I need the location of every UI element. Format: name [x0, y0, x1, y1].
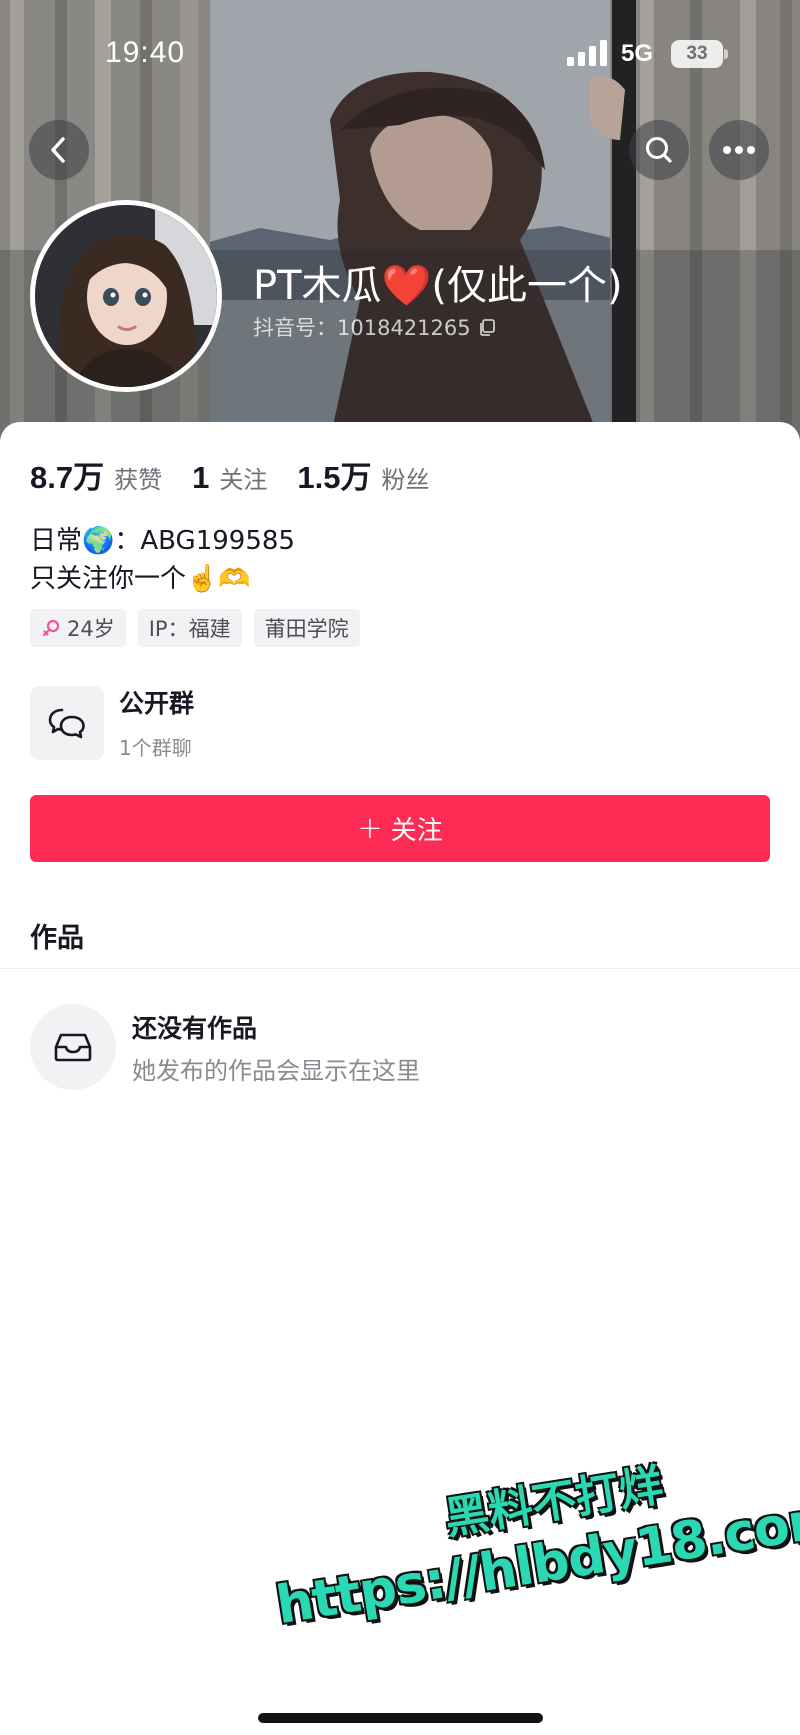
- network-type: 5G: [621, 40, 654, 67]
- plus-icon: +: [357, 811, 383, 846]
- search-icon: [646, 137, 672, 163]
- home-indicator[interactable]: [258, 1713, 543, 1723]
- stat-following-label: 关注: [219, 466, 268, 494]
- follow-button[interactable]: + 关注: [30, 795, 770, 862]
- bio: 日常 🌍 ：ABG199585 只关注你一个 ☝️🫶: [30, 522, 295, 598]
- bio-line-2-text: 只关注你一个: [30, 564, 187, 594]
- tag-ip-label: IP：福建: [148, 617, 231, 641]
- globe-emoji: 🌍: [82, 526, 115, 556]
- tag-school-label: 莆田学院: [264, 617, 349, 641]
- female-icon: [42, 619, 60, 637]
- battery-nub: [724, 49, 728, 59]
- follow-button-label: 关注: [390, 816, 443, 846]
- chat-bubbles-icon: [48, 708, 85, 738]
- bio-line-2: 只关注你一个 ☝️🫶: [30, 560, 295, 598]
- stat-followers-value: 1.5万: [297, 460, 372, 495]
- bio-line-1-suffix: ：ABG199585: [114, 526, 295, 556]
- bio-line-1: 日常 🌍 ：ABG199585: [30, 522, 295, 560]
- profile-nickname: PT木瓜❤️(仅此一个): [253, 263, 623, 309]
- copy-icon[interactable]: [477, 317, 497, 337]
- profile-tags: 24岁 IP：福建 莆田学院: [30, 609, 360, 647]
- group-subtitle: 1个群聊: [119, 736, 192, 760]
- empty-title: 还没有作品: [132, 1013, 258, 1043]
- douyin-id: 抖音号：1018421265: [253, 316, 471, 340]
- tab-works[interactable]: 作品: [30, 916, 84, 955]
- tag-school[interactable]: 莆田学院: [253, 609, 360, 647]
- group-title: 公开群: [119, 689, 195, 718]
- signal-bars-icon: [567, 40, 607, 66]
- tag-ip: IP：福建: [137, 609, 242, 647]
- group-icon-box: [30, 685, 104, 760]
- stats-row: 8.7万 获赞 1 关注 1.5万 粉丝: [30, 452, 459, 497]
- inbox-tray-icon: [54, 1033, 92, 1062]
- stat-likes-value: 8.7万: [30, 460, 105, 495]
- back-button[interactable]: [29, 120, 89, 180]
- douyin-id-row[interactable]: 抖音号：1018421265: [253, 312, 497, 342]
- bio-line-1-prefix: 日常: [30, 526, 83, 556]
- group-text: 公开群 1个群聊: [119, 684, 194, 761]
- stat-likes-label: 获赞: [114, 466, 163, 494]
- works-empty-state: 还没有作品 她发布的作品会显示在这里: [30, 1004, 420, 1090]
- profile-banner: 19:40 5G 33 PT木瓜❤️(仅此一个) 抖音号：1018421265: [0, 0, 800, 440]
- tag-age: 24岁: [30, 609, 126, 647]
- status-time: 19:40: [105, 36, 186, 69]
- hand-emojis: ☝️🫶: [186, 564, 251, 594]
- search-button[interactable]: [629, 120, 689, 180]
- empty-text: 还没有作品 她发布的作品会显示在这里: [132, 1009, 420, 1086]
- stat-following[interactable]: 1 关注: [192, 460, 267, 496]
- stat-likes[interactable]: 8.7万 获赞: [30, 452, 162, 497]
- avatar[interactable]: [30, 200, 222, 392]
- tab-divider: [0, 968, 800, 969]
- empty-subtitle: 她发布的作品会显示在这里: [132, 1056, 420, 1085]
- stat-following-value: 1: [192, 460, 210, 495]
- more-button[interactable]: [709, 120, 769, 180]
- stat-followers[interactable]: 1.5万 粉丝: [297, 452, 429, 497]
- empty-icon-circle: [30, 1004, 116, 1090]
- battery-level: 33: [671, 40, 723, 68]
- avatar-image: [35, 205, 217, 387]
- public-group-entry[interactable]: 公开群 1个群聊: [30, 684, 194, 761]
- status-bar: 19:40 5G 33: [0, 0, 800, 100]
- chevron-left-icon: [51, 137, 65, 163]
- tag-age-label: 24岁: [67, 617, 115, 641]
- more-dots-icon: [723, 146, 755, 154]
- stat-followers-label: 粉丝: [381, 466, 430, 494]
